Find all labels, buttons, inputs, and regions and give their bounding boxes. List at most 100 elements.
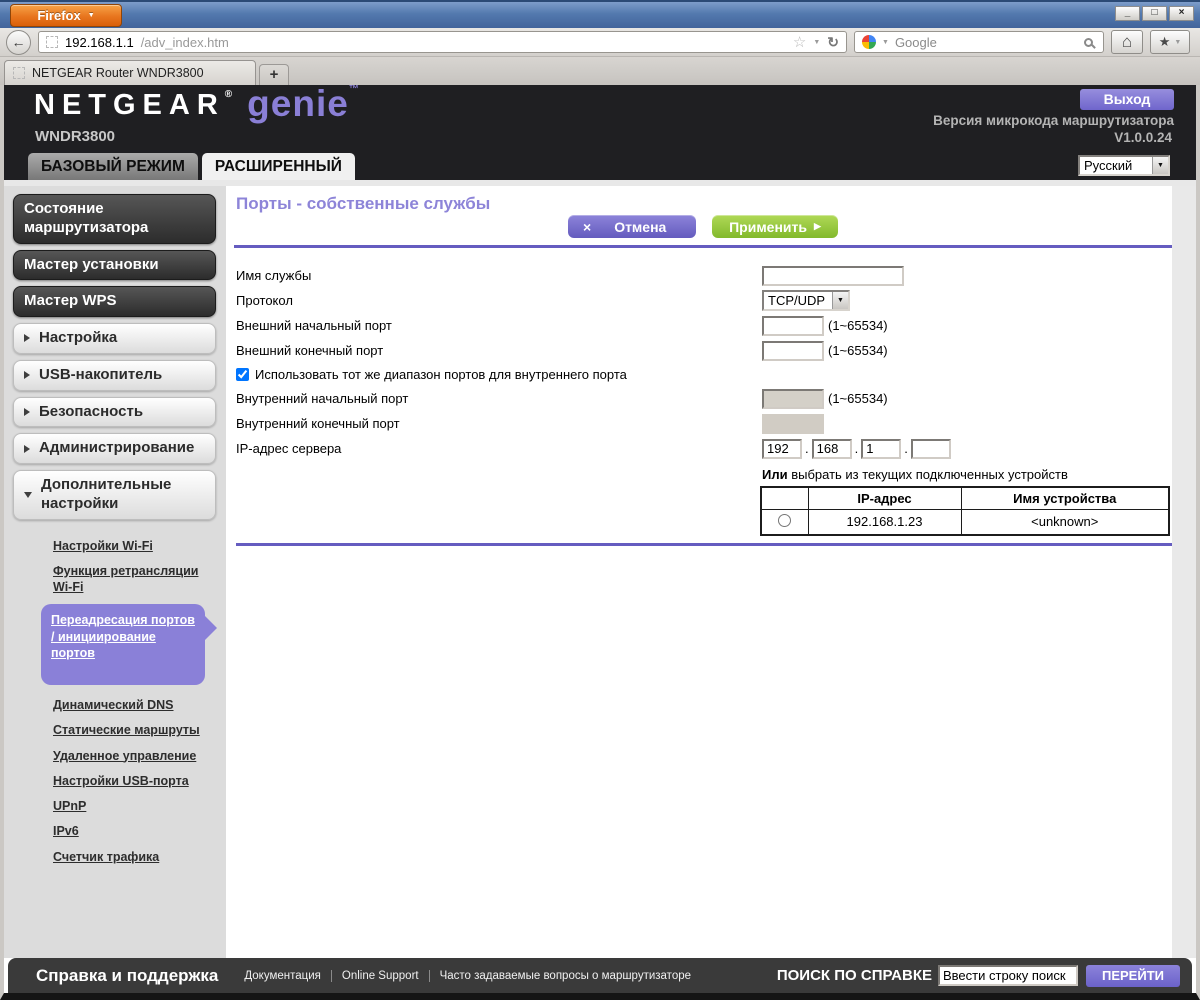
chevron-down-icon: ▼ <box>832 292 848 309</box>
tab-basic-mode[interactable]: БАЗОВЫЙ РЕЖИМ <box>28 153 198 180</box>
sublink-remote-management[interactable]: Удаленное управление <box>53 748 203 764</box>
ip-separator: . <box>854 441 859 456</box>
service-name-input[interactable] <box>762 265 904 286</box>
browser-titlebar: Firefox ▼ _ □ × <box>0 0 1200 28</box>
help-title: Справка и поддержка <box>36 965 219 985</box>
reload-icon[interactable]: ↻ <box>827 34 839 51</box>
bookmarks-button[interactable]: ★ ▼ <box>1150 30 1190 54</box>
external-end-port-input[interactable] <box>762 340 824 361</box>
help-search-input[interactable] <box>938 965 1078 986</box>
firefox-menu-button[interactable]: Firefox ▼ <box>10 4 122 27</box>
internal-end-port-label: Внутренний конечный порт <box>236 416 400 431</box>
protocol-select[interactable]: TCP/UDP ▼ <box>762 290 850 311</box>
apply-button[interactable]: Применить ▶ <box>712 215 838 238</box>
sidebar-item-label: Настройка <box>39 329 118 346</box>
page-title: Порты - собственные службы <box>236 194 491 213</box>
brand-name: NETGEAR <box>34 89 225 121</box>
sidebar-item-setup[interactable]: Настройка <box>13 323 216 354</box>
bookmark-star-icon[interactable]: ☆ <box>793 33 806 51</box>
device-select-radio[interactable] <box>778 513 792 527</box>
language-value: Русский <box>1084 158 1133 173</box>
help-search-go-button[interactable]: ПЕРЕЙТИ <box>1086 964 1180 987</box>
sidebar-item-label: USB-накопитель <box>39 365 163 383</box>
sidebar-item-label: Безопасность <box>39 402 144 420</box>
sublink-traffic-meter[interactable]: Счетчик трафика <box>53 849 203 865</box>
firefox-window: Firefox ▼ _ □ × ← 192.168.1.1/adv_index.… <box>0 0 1200 1000</box>
port-range-hint: (1~65534) <box>828 343 888 358</box>
browser-navbar: ← 192.168.1.1/adv_index.htm ☆ ▼ ↻ ▼ Goog… <box>0 28 1200 57</box>
help-footer: Справка и поддержка Документация Online … <box>8 958 1192 993</box>
cancel-label: Отмена <box>614 218 667 235</box>
service-name-label: Имя службы <box>236 268 312 283</box>
same-port-range-checkbox[interactable] <box>236 368 249 381</box>
cancel-x-icon: × <box>583 218 592 235</box>
sidebar-item-router-status[interactable]: Состояние маршрутизатора <box>13 194 216 244</box>
main-panel: Порты - собственные службы × Отмена Прим… <box>226 186 1172 958</box>
external-start-port-input[interactable] <box>762 315 824 336</box>
server-ip-octet-1[interactable] <box>762 438 802 459</box>
search-icon[interactable] <box>1084 37 1093 47</box>
sidebar-item-wps-wizard[interactable]: Мастер WPS <box>13 286 216 317</box>
connected-devices-table: IP-адрес Имя устройства 192.168.1.23 <un… <box>760 486 1170 536</box>
sublink-port-forwarding-selected[interactable]: Переадресация портов / инициирование пор… <box>41 604 217 685</box>
protocol-label: Протокол <box>236 293 293 308</box>
bookmark-icon: ★ <box>1158 34 1171 49</box>
cancel-button[interactable]: × Отмена <box>568 215 696 238</box>
sidebar-item-security[interactable]: Безопасность <box>13 396 216 428</box>
footer-link-faq[interactable]: Часто задаваемые вопросы о маршрутизатор… <box>428 969 701 982</box>
apply-arrow-icon: ▶ <box>813 221 821 231</box>
page-viewport: NETGEAR® genie™ WNDR3800 Выход Версия ми… <box>0 85 1200 1000</box>
sublink-wifi-settings[interactable]: Настройки Wi-Fi <box>53 538 203 554</box>
url-path: /adv_index.htm <box>140 34 229 50</box>
form-row: Внутренний начальный порт (1~65534) <box>236 386 1172 411</box>
close-button[interactable]: × <box>1169 6 1194 21</box>
sublink-static-routes[interactable]: Статические маршруты <box>53 722 203 738</box>
page-content: Состояние маршрутизатора Мастер установк… <box>4 180 1196 958</box>
sublink-upnp[interactable]: UPnP <box>53 798 203 814</box>
protocol-value: TCP/UDP <box>768 293 826 308</box>
new-tab-button[interactable]: + <box>259 64 289 85</box>
search-box[interactable]: ▼ Google <box>854 31 1104 53</box>
firmware-label: Версия микрокода маршрутизатора <box>933 113 1174 128</box>
sidebar-item-administration[interactable]: Администрирование <box>13 433 216 464</box>
firefox-menu-label: Firefox <box>37 8 81 23</box>
external-start-port-label: Внешний начальный порт <box>236 318 392 333</box>
external-end-port-label: Внешний конечный порт <box>236 343 384 358</box>
table-header-row: IP-адрес Имя устройства <box>760 486 1170 510</box>
server-ip-octet-3[interactable] <box>861 438 902 459</box>
maximize-button[interactable]: □ <box>1142 6 1167 21</box>
sidebar-item-advanced-setup[interactable]: Дополнительные настройки <box>13 470 216 520</box>
scrollbar-gutter[interactable] <box>1172 186 1196 958</box>
language-select[interactable]: Русский ▼ <box>1078 155 1170 176</box>
sublink-dynamic-dns[interactable]: Динамический DNS <box>53 697 203 713</box>
ip-column-header: IP-адрес <box>807 486 962 510</box>
footer-link-documentation[interactable]: Документация <box>234 970 331 982</box>
sublink-usb-port-settings[interactable]: Настройки USB-порта <box>53 773 203 789</box>
url-bar[interactable]: 192.168.1.1/adv_index.htm ☆ ▼ ↻ <box>38 31 847 53</box>
browser-tabstrip: NETGEAR Router WNDR3800 + <box>0 57 1200 85</box>
logout-button[interactable]: Выход <box>1080 89 1174 110</box>
or-rest: выбрать из текущих подключенных устройст… <box>787 467 1068 482</box>
form-row: Использовать тот же диапазон портов для … <box>236 363 1172 386</box>
ip-separator: . <box>805 441 809 456</box>
form-row: IP-адрес сервера . . . <box>236 436 1172 461</box>
sublink-port-forwarding[interactable]: Переадресация портов / инициирование пор… <box>51 612 199 661</box>
device-ip-cell: 192.168.1.23 <box>807 508 962 536</box>
sublink-wifi-repeating[interactable]: Функция ретрансляции Wi-Fi <box>53 563 203 596</box>
server-ip-octet-4[interactable] <box>910 438 951 459</box>
sublink-ipv6[interactable]: IPv6 <box>53 823 203 839</box>
form-row: Внешний конечный порт (1~65534) <box>236 338 1172 363</box>
minimize-button[interactable]: _ <box>1115 6 1140 21</box>
browser-tab[interactable]: NETGEAR Router WNDR3800 <box>4 60 256 85</box>
search-engine-dropdown-icon[interactable]: ▼ <box>882 39 889 46</box>
form-row: Протокол TCP/UDP ▼ <box>236 288 1172 313</box>
sidebar-item-setup-wizard[interactable]: Мастер установки <box>13 249 216 281</box>
sidebar-item-usb-storage[interactable]: USB-накопитель <box>13 359 216 391</box>
site-identity-icon[interactable] <box>46 36 58 48</box>
back-button[interactable]: ← <box>6 29 31 55</box>
server-ip-octet-2[interactable] <box>811 438 852 459</box>
home-button[interactable]: ⌂ <box>1111 30 1143 54</box>
url-dropdown-icon[interactable]: ▼ <box>813 39 820 46</box>
footer-link-online-support[interactable]: Online Support <box>330 969 429 982</box>
tab-advanced-mode[interactable]: РАСШИРЕННЫЙ <box>201 153 355 180</box>
